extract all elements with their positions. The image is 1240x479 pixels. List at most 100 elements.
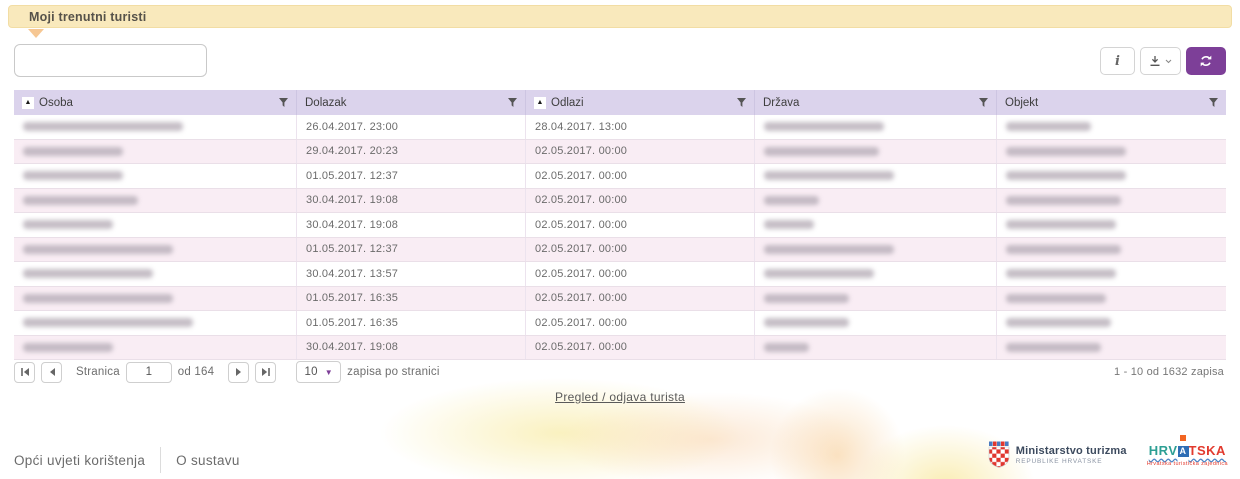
cell-dolazak: 01.05.2017. 16:35 [297,287,526,311]
page-size-value: 10 [305,366,318,378]
table-row[interactable]: 01.05.2017. 16:3502.05.2017. 00:00 [14,311,1226,336]
page-total-label: od 164 [178,366,214,378]
first-page-button[interactable] [14,362,35,383]
review-checkout-link[interactable]: Pregled / odjava turista [555,390,685,404]
column-header-drzava[interactable]: Država [755,90,997,115]
cell-dolazak: 29.04.2017. 20:23 [297,140,526,164]
cell-dolazak: 26.04.2017. 23:00 [297,115,526,139]
cell-odlazi: 02.05.2017. 00:00 [526,238,755,262]
table-row[interactable]: 30.04.2017. 19:0802.05.2017. 00:00 [14,336,1226,361]
terms-link[interactable]: Opći uvjeti korištenja [14,453,145,468]
page-size-select[interactable]: 10 ▼ [296,361,341,383]
prev-page-button[interactable] [41,362,62,383]
table-header-row: ▲ Osoba Dolazak ▲ Odlazi Država Objekt [14,90,1226,115]
cell-odlazi: 02.05.2017. 00:00 [526,287,755,311]
chevron-down-icon [1165,59,1172,64]
cell-objekt [997,140,1226,164]
cell-odlazi: 02.05.2017. 00:00 [526,262,755,286]
cell-objekt [997,189,1226,213]
column-label: Odlazi [551,97,584,109]
column-header-osoba[interactable]: ▲ Osoba [14,90,297,115]
cell-drzava [755,189,997,213]
cell-objekt [997,336,1226,360]
active-tab-bar[interactable]: Moji trenutni turisti [8,5,1232,28]
cell-odlazi: 02.05.2017. 00:00 [526,189,755,213]
filter-icon[interactable] [737,98,746,108]
toolbar: i [1100,47,1226,75]
redacted-text [1006,171,1126,180]
filter-icon[interactable] [979,98,988,108]
filter-icon[interactable] [1209,98,1218,108]
cell-dolazak: 30.04.2017. 19:08 [297,189,526,213]
column-label: Osoba [39,97,73,109]
export-button[interactable] [1140,47,1181,75]
cell-drzava [755,336,997,360]
cell-dolazak: 01.05.2017. 12:37 [297,238,526,262]
cell-objekt [997,213,1226,237]
next-page-button[interactable] [228,362,249,383]
cell-osoba [14,287,297,311]
cell-dolazak: 30.04.2017. 19:08 [297,213,526,237]
column-label: Država [763,97,799,109]
pagination-bar: Stranica od 164 10 ▼ zapisa po stranici [14,361,440,383]
cell-drzava [755,238,997,262]
page-number-input[interactable] [126,362,172,383]
column-label: Objekt [1005,97,1038,109]
filter-icon[interactable] [279,98,288,108]
skip-to-last-icon [261,367,271,377]
last-page-button[interactable] [255,362,276,383]
info-button[interactable]: i [1100,47,1135,75]
htz-word-part2: TSKA [1189,443,1226,458]
column-header-objekt[interactable]: Objekt [997,90,1226,115]
redacted-text [764,147,879,156]
about-link[interactable]: O sustavu [176,453,239,468]
table-row[interactable]: 01.05.2017. 12:3702.05.2017. 00:00 [14,164,1226,189]
redacted-text [1006,245,1121,254]
htz-word-part1: HRV [1149,443,1178,458]
redacted-text [1006,196,1121,205]
table-row[interactable]: 30.04.2017. 19:0802.05.2017. 00:00 [14,213,1226,238]
column-header-dolazak[interactable]: Dolazak [297,90,526,115]
cell-objekt [997,115,1226,139]
redacted-text [1006,122,1091,131]
cell-drzava [755,140,997,164]
redacted-text [764,269,874,278]
cell-osoba [14,115,297,139]
previous-arrow-icon [47,367,57,377]
ministry-name: Ministarstvo turizma [1016,445,1127,457]
search-input[interactable] [14,44,207,77]
filter-icon[interactable] [508,98,517,108]
footer-separator [160,447,161,473]
redacted-text [1006,343,1101,352]
redacted-text [23,196,138,205]
htz-subtitle: Hrvatska turistička zajednica [1147,461,1228,467]
htz-wordmark: HRVATSKA [1147,443,1228,458]
tourists-table: ▲ Osoba Dolazak ▲ Odlazi Država Objekt 2… [14,90,1226,360]
table-row[interactable]: 01.05.2017. 16:3502.05.2017. 00:00 [14,287,1226,312]
redacted-text [23,318,193,327]
sort-asc-icon: ▲ [534,97,546,109]
cell-objekt [997,311,1226,335]
table-row[interactable]: 30.04.2017. 19:0802.05.2017. 00:00 [14,189,1226,214]
table-row[interactable]: 29.04.2017. 20:2302.05.2017. 00:00 [14,140,1226,165]
redacted-text [1006,294,1106,303]
column-header-odlazi[interactable]: ▲ Odlazi [526,90,755,115]
refresh-button[interactable] [1186,47,1226,75]
cell-odlazi: 28.04.2017. 13:00 [526,115,755,139]
table-row[interactable]: 01.05.2017. 12:3702.05.2017. 00:00 [14,238,1226,263]
skip-to-first-icon [20,367,30,377]
redacted-text [764,343,809,352]
table-row[interactable]: 30.04.2017. 13:5702.05.2017. 00:00 [14,262,1226,287]
redacted-text [23,294,173,303]
cell-drzava [755,213,997,237]
redacted-text [23,220,113,229]
info-icon: i [1115,54,1120,69]
redacted-text [23,147,123,156]
cell-osoba [14,213,297,237]
cell-odlazi: 02.05.2017. 00:00 [526,311,755,335]
download-icon [1149,55,1161,67]
table-row[interactable]: 26.04.2017. 23:0028.04.2017. 13:00 [14,115,1226,140]
refresh-icon [1199,54,1213,68]
cell-odlazi: 02.05.2017. 00:00 [526,140,755,164]
cell-drzava [755,311,997,335]
